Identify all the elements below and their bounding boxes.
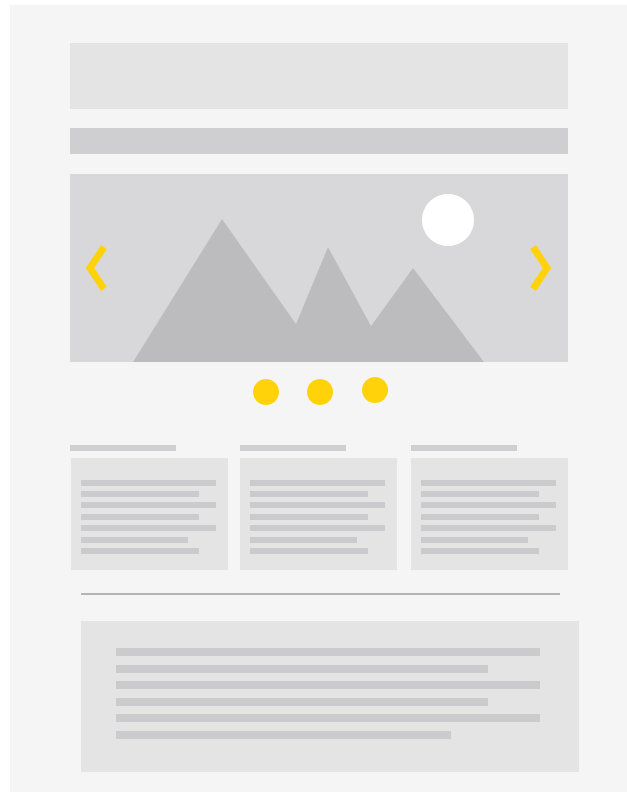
text-line xyxy=(81,537,188,543)
text-line xyxy=(81,514,199,520)
carousel-prev-button[interactable] xyxy=(80,243,110,293)
sun-shape xyxy=(422,194,474,246)
card-3-heading xyxy=(411,445,517,451)
carousel-next-button[interactable] xyxy=(527,243,557,293)
wireframe-page xyxy=(10,5,627,792)
text-line xyxy=(250,491,368,497)
text-line xyxy=(421,514,539,520)
chevron-right-icon xyxy=(530,245,552,291)
text-line xyxy=(250,525,385,531)
text-line xyxy=(250,548,368,554)
text-line xyxy=(421,502,556,508)
text-line xyxy=(421,537,528,543)
text-line xyxy=(421,491,539,497)
content-card-3 xyxy=(411,458,568,570)
text-line xyxy=(116,698,488,706)
text-line xyxy=(81,480,216,486)
image-carousel xyxy=(70,174,568,362)
carousel-dot-3[interactable] xyxy=(362,377,388,403)
navigation-bar[interactable] xyxy=(70,128,568,154)
text-line xyxy=(116,665,488,673)
footer-text-block xyxy=(81,621,579,772)
text-line xyxy=(81,548,199,554)
content-card-2 xyxy=(240,458,397,570)
text-line xyxy=(250,480,385,486)
text-line xyxy=(421,525,556,531)
carousel-dot-2[interactable] xyxy=(307,379,333,405)
content-card-1 xyxy=(71,458,228,570)
carousel-dot-1[interactable] xyxy=(253,379,279,405)
text-line xyxy=(81,491,199,497)
text-line xyxy=(116,731,451,739)
text-line xyxy=(116,681,540,689)
mountains-shape xyxy=(133,219,484,362)
text-line xyxy=(421,548,539,554)
chevron-left-icon xyxy=(85,245,107,291)
header-banner xyxy=(70,43,568,109)
text-line xyxy=(250,502,385,508)
text-line xyxy=(81,525,216,531)
text-line xyxy=(250,537,357,543)
text-line xyxy=(116,714,540,722)
text-line xyxy=(116,648,540,656)
text-line xyxy=(250,514,368,520)
landscape-image-icon xyxy=(133,194,484,362)
text-line xyxy=(421,480,556,486)
card-2-heading xyxy=(240,445,346,451)
carousel-pagination xyxy=(250,376,390,406)
card-1-heading xyxy=(70,445,176,451)
section-divider xyxy=(81,593,560,595)
text-line xyxy=(81,502,216,508)
